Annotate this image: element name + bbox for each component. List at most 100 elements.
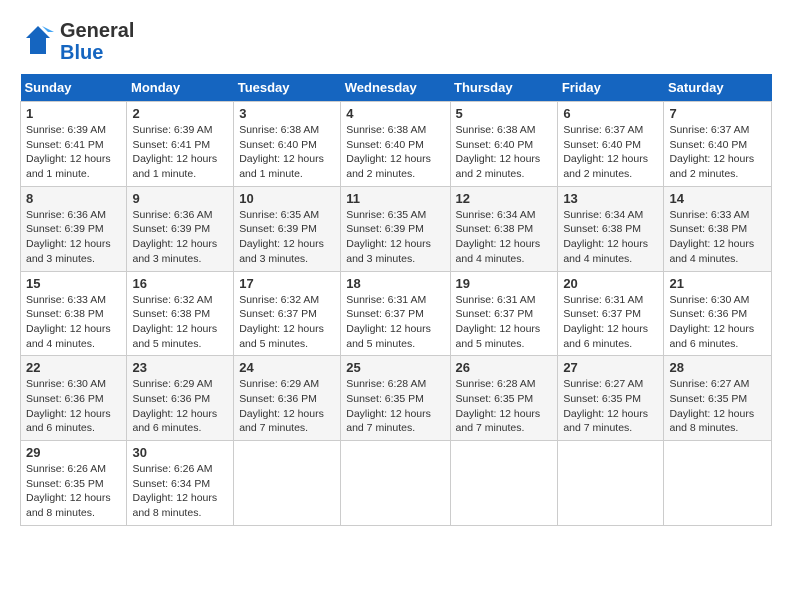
weekday-header-tuesday: Tuesday — [234, 74, 341, 102]
calendar-day-cell: 12Sunrise: 6:34 AMSunset: 6:38 PMDayligh… — [450, 186, 558, 271]
calendar-day-cell: 19Sunrise: 6:31 AMSunset: 6:37 PMDayligh… — [450, 271, 558, 356]
day-info: Sunrise: 6:36 AMSunset: 6:39 PMDaylight:… — [26, 208, 121, 267]
day-info: Sunrise: 6:37 AMSunset: 6:40 PMDaylight:… — [669, 123, 766, 182]
day-number: 28 — [669, 360, 766, 375]
day-number: 4 — [346, 106, 444, 121]
day-info: Sunrise: 6:34 AMSunset: 6:38 PMDaylight:… — [456, 208, 553, 267]
day-info: Sunrise: 6:31 AMSunset: 6:37 PMDaylight:… — [563, 293, 658, 352]
day-number: 7 — [669, 106, 766, 121]
day-number: 25 — [346, 360, 444, 375]
calendar-day-cell: 24 Sunrise: 6:29 AMSunset: 6:36 PMDayligh… — [234, 356, 341, 441]
weekday-header-sunday: Sunday — [21, 74, 127, 102]
calendar-day-cell: 2Sunrise: 6:39 AMSunset: 6:41 PMDaylight… — [127, 102, 234, 187]
calendar-day-cell: 15 Sunrise: 6:33 AMSunset: 6:38 PMDayligh… — [21, 271, 127, 356]
day-info: Sunrise: 6:38 AMSunset: 6:40 PMDaylight:… — [346, 123, 444, 182]
day-info: Sunrise: 6:37 AMSunset: 6:40 PMDaylight:… — [563, 123, 658, 182]
day-number: 11 — [346, 191, 444, 206]
calendar-day-cell: 20 Sunrise: 6:31 AMSunset: 6:37 PMDayligh… — [558, 271, 664, 356]
day-info: Sunrise: 6:31 AMSunset: 6:37 PMDaylight:… — [346, 293, 444, 352]
day-number: 6 — [563, 106, 658, 121]
weekday-header-monday: Monday — [127, 74, 234, 102]
calendar-day-cell: 29Sunrise: 6:26 AMSunset: 6:35 PMDayligh… — [21, 441, 127, 526]
day-number: 15 — [26, 276, 121, 291]
calendar-day-cell: 27 Sunrise: 6:27 AMSunset: 6:35 PMDayligh… — [558, 356, 664, 441]
calendar-day-cell: 16 Sunrise: 6:32 AMSunset: 6:38 PMDayligh… — [127, 271, 234, 356]
logo-blue: Blue — [60, 42, 134, 64]
calendar-day-cell: 9 Sunrise: 6:36 AMSunset: 6:39 PMDaylight… — [127, 186, 234, 271]
empty-cell — [558, 441, 664, 526]
day-number: 30 — [132, 445, 228, 460]
day-number: 27 — [563, 360, 658, 375]
weekday-header-row: SundayMondayTuesdayWednesdayThursdayFrid… — [21, 74, 772, 102]
calendar-day-cell: 4 Sunrise: 6:38 AMSunset: 6:40 PMDaylight… — [341, 102, 450, 187]
day-info: Sunrise: 6:34 AMSunset: 6:38 PMDaylight:… — [563, 208, 658, 267]
calendar-week-row: 15 Sunrise: 6:33 AMSunset: 6:38 PMDayligh… — [21, 271, 772, 356]
day-number: 21 — [669, 276, 766, 291]
calendar-day-cell: 7 Sunrise: 6:37 AMSunset: 6:40 PMDaylight… — [664, 102, 772, 187]
day-info: Sunrise: 6:33 AMSunset: 6:38 PMDaylight:… — [669, 208, 766, 267]
day-info: Sunrise: 6:35 AMSunset: 6:39 PMDaylight:… — [346, 208, 444, 267]
day-info: Sunrise: 6:29 AMSunset: 6:36 PMDaylight:… — [132, 377, 228, 436]
weekday-header-thursday: Thursday — [450, 74, 558, 102]
day-info: Sunrise: 6:33 AMSunset: 6:38 PMDaylight:… — [26, 293, 121, 352]
day-info: Sunrise: 6:32 AMSunset: 6:37 PMDaylight:… — [239, 293, 335, 352]
day-number: 1 — [26, 106, 121, 121]
day-info: Sunrise: 6:38 AMSunset: 6:40 PMDaylight:… — [456, 123, 553, 182]
logo: General Blue — [20, 20, 134, 64]
day-number: 18 — [346, 276, 444, 291]
calendar-week-row: 8 Sunrise: 6:36 AMSunset: 6:39 PMDaylight… — [21, 186, 772, 271]
calendar-day-cell: 25 Sunrise: 6:28 AMSunset: 6:35 PMDayligh… — [341, 356, 450, 441]
day-number: 26 — [456, 360, 553, 375]
day-number: 13 — [563, 191, 658, 206]
calendar-day-cell: 6 Sunrise: 6:37 AMSunset: 6:40 PMDaylight… — [558, 102, 664, 187]
day-info: Sunrise: 6:32 AMSunset: 6:38 PMDaylight:… — [132, 293, 228, 352]
weekday-header-friday: Friday — [558, 74, 664, 102]
day-info: Sunrise: 6:38 AMSunset: 6:40 PMDaylight:… — [239, 123, 335, 182]
day-info: Sunrise: 6:27 AMSunset: 6:35 PMDaylight:… — [563, 377, 658, 436]
day-info: Sunrise: 6:31 AMSunset: 6:37 PMDaylight:… — [456, 293, 553, 352]
calendar-week-row: 29Sunrise: 6:26 AMSunset: 6:35 PMDayligh… — [21, 441, 772, 526]
calendar-day-cell: 18 Sunrise: 6:31 AMSunset: 6:37 PMDayligh… — [341, 271, 450, 356]
day-number: 2 — [132, 106, 228, 121]
calendar-day-cell: 30 Sunrise: 6:26 AMSunset: 6:34 PMDayligh… — [127, 441, 234, 526]
empty-cell — [234, 441, 341, 526]
day-info: Sunrise: 6:29 AMSunset: 6:36 PMDaylight:… — [239, 377, 335, 436]
calendar-day-cell: 3 Sunrise: 6:38 AMSunset: 6:40 PMDaylight… — [234, 102, 341, 187]
day-number: 16 — [132, 276, 228, 291]
weekday-header-saturday: Saturday — [664, 74, 772, 102]
day-number: 23 — [132, 360, 228, 375]
calendar-week-row: 1 Sunrise: 6:39 AMSunset: 6:41 PMDaylight… — [21, 102, 772, 187]
calendar-day-cell: 28 Sunrise: 6:27 AMSunset: 6:35 PMDayligh… — [664, 356, 772, 441]
day-info: Sunrise: 6:39 AMSunset: 6:41 PMDaylight:… — [26, 123, 121, 182]
day-number: 20 — [563, 276, 658, 291]
day-number: 3 — [239, 106, 335, 121]
day-info: Sunrise: 6:26 AMSunset: 6:34 PMDaylight:… — [132, 462, 228, 521]
day-info: Sunrise: 6:28 AMSunset: 6:35 PMDaylight:… — [346, 377, 444, 436]
day-number: 10 — [239, 191, 335, 206]
day-number: 8 — [26, 191, 121, 206]
empty-cell — [450, 441, 558, 526]
day-number: 24 — [239, 360, 335, 375]
day-number: 22 — [26, 360, 121, 375]
calendar-day-cell: 5Sunrise: 6:38 AMSunset: 6:40 PMDaylight… — [450, 102, 558, 187]
empty-cell — [664, 441, 772, 526]
calendar-day-cell: 21Sunrise: 6:30 AMSunset: 6:36 PMDayligh… — [664, 271, 772, 356]
weekday-header-wednesday: Wednesday — [341, 74, 450, 102]
calendar-day-cell: 14 Sunrise: 6:33 AMSunset: 6:38 PMDayligh… — [664, 186, 772, 271]
logo-general: General — [60, 20, 134, 42]
day-number: 9 — [132, 191, 228, 206]
calendar-day-cell: 23 Sunrise: 6:29 AMSunset: 6:36 PMDayligh… — [127, 356, 234, 441]
day-number: 29 — [26, 445, 121, 460]
day-info: Sunrise: 6:30 AMSunset: 6:36 PMDaylight:… — [26, 377, 121, 436]
day-info: Sunrise: 6:27 AMSunset: 6:35 PMDaylight:… — [669, 377, 766, 436]
day-info: Sunrise: 6:35 AMSunset: 6:39 PMDaylight:… — [239, 208, 335, 267]
calendar-day-cell: 11 Sunrise: 6:35 AMSunset: 6:39 PMDayligh… — [341, 186, 450, 271]
day-number: 14 — [669, 191, 766, 206]
empty-cell — [341, 441, 450, 526]
calendar-week-row: 22 Sunrise: 6:30 AMSunset: 6:36 PMDayligh… — [21, 356, 772, 441]
day-number: 17 — [239, 276, 335, 291]
day-info: Sunrise: 6:36 AMSunset: 6:39 PMDaylight:… — [132, 208, 228, 267]
calendar-day-cell: 17 Sunrise: 6:32 AMSunset: 6:37 PMDayligh… — [234, 271, 341, 356]
calendar-table: SundayMondayTuesdayWednesdayThursdayFrid… — [20, 74, 772, 526]
calendar-day-cell: 13 Sunrise: 6:34 AMSunset: 6:38 PMDayligh… — [558, 186, 664, 271]
